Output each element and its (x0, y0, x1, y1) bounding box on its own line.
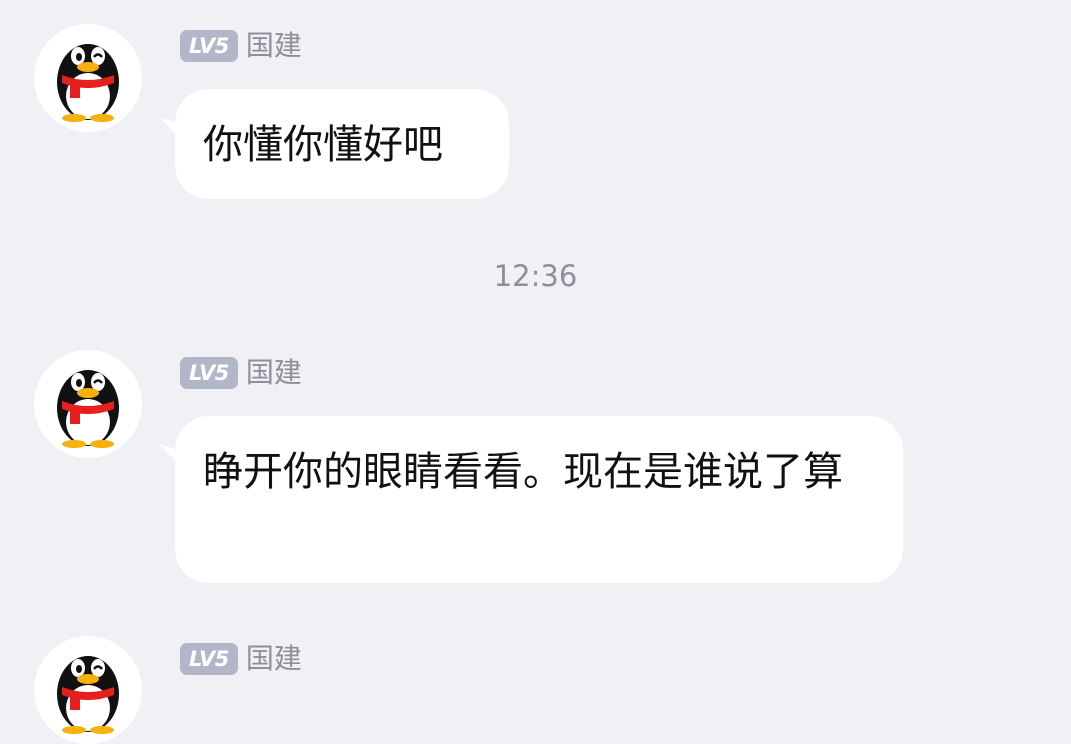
message-text: 你懂你懂好吧 (203, 122, 443, 168)
sender-name[interactable]: 国建 (246, 641, 302, 677)
bubble-tail (159, 444, 183, 470)
level-badge: LV5 (180, 643, 238, 675)
sender-name[interactable]: 国建 (246, 355, 302, 391)
message-text: 睁开你的眼睛看看。现在是谁说了算 (203, 449, 843, 495)
qq-penguin-icon (57, 370, 119, 448)
avatar[interactable] (34, 350, 142, 458)
sender-row: LV5 国建 (180, 641, 302, 677)
level-badge: LV5 (180, 30, 238, 62)
avatar[interactable] (34, 24, 142, 132)
sender-row: LV5 国建 (180, 355, 302, 391)
qq-penguin-icon (57, 656, 119, 734)
message-timestamp: 12:36 (493, 259, 578, 293)
qq-penguin-icon (57, 44, 119, 122)
level-badge: LV5 (180, 357, 238, 389)
sender-row: LV5 国建 (180, 28, 302, 64)
message-bubble[interactable]: 你懂你懂好吧 (159, 89, 509, 199)
bubble-tail (159, 117, 183, 143)
sender-name[interactable]: 国建 (246, 28, 302, 64)
message-bubble[interactable]: 睁开你的眼睛看看。现在是谁说了算 (159, 416, 903, 583)
avatar[interactable] (34, 636, 142, 744)
